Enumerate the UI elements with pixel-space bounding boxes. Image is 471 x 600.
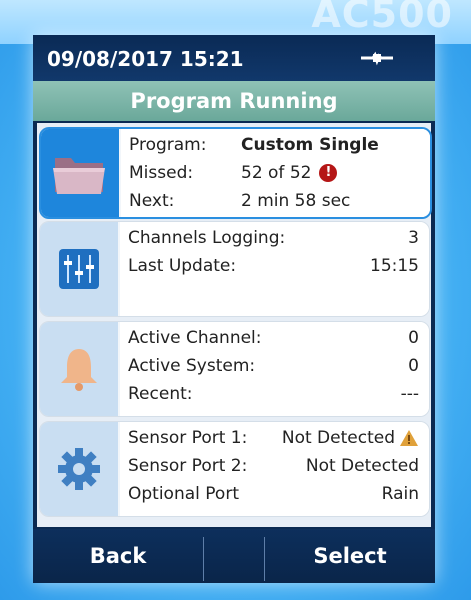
active-channel-value: 0 (408, 328, 419, 348)
recent-row: Recent: --- (128, 380, 419, 408)
alert-icon: ! (319, 164, 338, 182)
active-channel-label: Active Channel: (128, 328, 262, 348)
status-bar: 09/08/2017 15:21 (33, 35, 435, 81)
datetime: 09/08/2017 15:21 (47, 47, 244, 71)
sensor-card-body: Sensor Port 1: Not Detected Sensor Port … (120, 422, 429, 516)
program-card[interactable]: Program: Custom Single Missed: 52 of 52 … (39, 127, 432, 219)
port1-row: Sensor Port 1: Not Detected (128, 424, 419, 452)
missed-label: Missed: (129, 163, 194, 183)
active-system-value: 0 (408, 356, 419, 376)
sensor-icon-cell (40, 422, 118, 516)
active-channel-row: Active Channel: 0 (128, 324, 419, 352)
port2-label: Sensor Port 2: (128, 456, 248, 476)
program-icon-cell (41, 129, 119, 217)
missed-value: 52 of 52 (241, 163, 312, 183)
optional-label: Optional Port (128, 484, 239, 504)
port2-value: Not Detected (305, 456, 419, 476)
alarm-card[interactable]: Active Channel: 0 Active System: 0 Recen… (39, 321, 430, 417)
plug-icon (361, 51, 393, 66)
softkey-divider-left (203, 537, 204, 581)
softkey-bar: Back Select (33, 529, 435, 583)
next-value: 2 min 58 sec (241, 191, 351, 211)
missed-row: Missed: 52 of 52 ! (129, 159, 420, 187)
folder-icon (53, 158, 105, 194)
recent-value: --- (400, 384, 419, 404)
missed-value-group: 52 of 52 ! (241, 163, 338, 183)
channels-row: Channels Logging: 3 (128, 224, 419, 252)
logging-card[interactable]: Channels Logging: 3 Last Update: 15:15 (39, 221, 430, 317)
update-label: Last Update: (128, 256, 237, 276)
warning-icon (400, 430, 418, 446)
gear-icon (58, 448, 100, 490)
active-system-label: Active System: (128, 356, 256, 376)
optional-value: Rain (381, 484, 419, 504)
program-value: Custom Single (241, 135, 379, 155)
program-row: Program: Custom Single (129, 131, 420, 159)
alarm-card-body: Active Channel: 0 Active System: 0 Recen… (120, 322, 429, 416)
next-label: Next: (129, 191, 175, 211)
channels-value: 3 (408, 228, 419, 248)
device-screen-frame: 09/08/2017 15:21 Program Running Program… (33, 35, 435, 583)
port2-row: Sensor Port 2: Not Detected (128, 452, 419, 480)
sensor-card[interactable]: Sensor Port 1: Not Detected Sensor Port … (39, 421, 430, 517)
recent-label: Recent: (128, 384, 193, 404)
logging-card-body: Channels Logging: 3 Last Update: 15:15 (120, 222, 429, 316)
main-content: Program: Custom Single Missed: 52 of 52 … (37, 123, 432, 527)
back-button[interactable]: Back (33, 529, 203, 583)
bell-icon (61, 349, 97, 391)
port1-value: Not Detected (281, 428, 395, 448)
program-label: Program: (129, 135, 207, 155)
page-title: Program Running (33, 81, 435, 121)
optional-row: Optional Port Rain (128, 480, 419, 508)
active-system-row: Active System: 0 (128, 352, 419, 380)
device-brand-text: AC500 (311, 0, 453, 36)
select-button[interactable]: Select (265, 529, 435, 583)
logging-icon-cell (40, 222, 118, 316)
port1-label: Sensor Port 1: (128, 428, 248, 448)
next-row: Next: 2 min 58 sec (129, 187, 420, 215)
update-value: 15:15 (370, 256, 419, 276)
program-card-body: Program: Custom Single Missed: 52 of 52 … (121, 129, 430, 217)
update-row: Last Update: 15:15 (128, 252, 419, 280)
alarm-icon-cell (40, 322, 118, 416)
sliders-icon (59, 249, 99, 289)
port1-value-group: Not Detected (282, 428, 419, 448)
channels-label: Channels Logging: (128, 228, 286, 248)
